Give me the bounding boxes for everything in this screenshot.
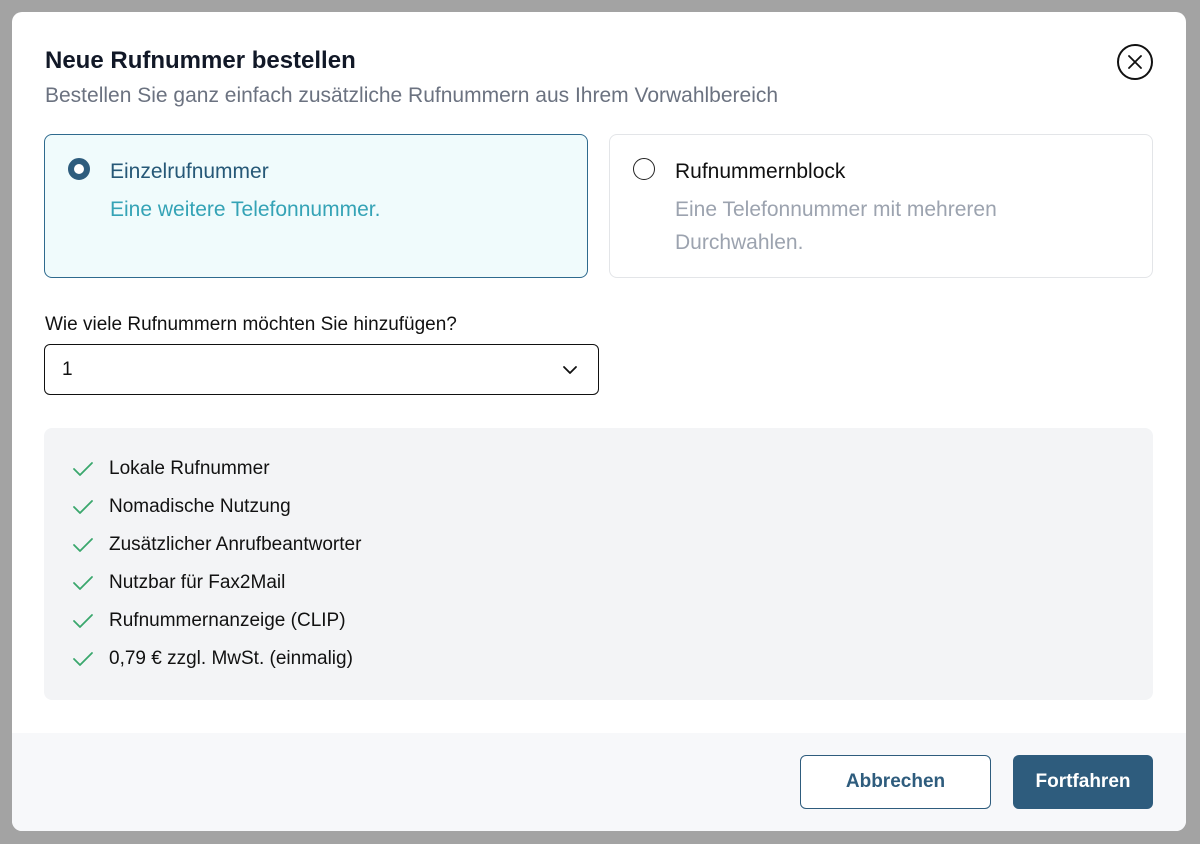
list-item: Nutzbar für Fax2Mail bbox=[71, 570, 285, 596]
feature-label: Zusätzlicher Anrufbeantworter bbox=[109, 534, 362, 555]
feature-label: Lokale Rufnummer bbox=[109, 458, 270, 479]
chevron-down-icon bbox=[563, 366, 577, 374]
list-item: Rufnummernanzeige (CLIP) bbox=[71, 608, 346, 634]
close-button[interactable] bbox=[1117, 44, 1153, 80]
option-description: Eine Telefonnummer mit mehreren Durchwah… bbox=[675, 198, 997, 254]
feature-label: Nomadische Nutzung bbox=[109, 496, 291, 517]
dialog-footer: Abbrechen Fortfahren bbox=[12, 733, 1186, 831]
radio-number-block[interactable] bbox=[633, 158, 655, 180]
option-single-number[interactable]: Einzelrufnummer Eine weitere Telefonnumm… bbox=[44, 134, 588, 278]
radio-single-number[interactable] bbox=[68, 158, 90, 180]
list-item: 0,79 € zzgl. MwSt. (einmalig) bbox=[71, 646, 353, 672]
check-icon bbox=[73, 462, 93, 476]
option-title: Rufnummernblock bbox=[675, 160, 846, 183]
dialog-title: Neue Rufnummer bestellen bbox=[45, 47, 356, 74]
feature-list: Lokale Rufnummer Nomadische Nutzung Zusä… bbox=[44, 428, 1153, 700]
cancel-button[interactable]: Abbrechen bbox=[800, 755, 991, 809]
list-item: Zusätzlicher Anrufbeantworter bbox=[71, 532, 361, 558]
quantity-select[interactable]: 1 bbox=[44, 344, 599, 395]
close-icon bbox=[1128, 55, 1142, 69]
check-icon bbox=[73, 614, 93, 628]
check-icon bbox=[73, 652, 93, 666]
list-item: Lokale Rufnummer bbox=[71, 456, 270, 482]
option-description: Eine weitere Telefonnummer. bbox=[110, 198, 381, 221]
quantity-label: Wie viele Rufnummern möchten Sie hinzufü… bbox=[45, 314, 457, 335]
feature-label: Rufnummernanzeige (CLIP) bbox=[109, 610, 346, 631]
option-number-block[interactable]: Rufnummernblock Eine Telefonnummer mit m… bbox=[609, 134, 1153, 278]
list-item: Nomadische Nutzung bbox=[71, 494, 291, 520]
check-icon bbox=[73, 500, 93, 514]
feature-label: Nutzbar für Fax2Mail bbox=[109, 572, 286, 593]
continue-button[interactable]: Fortfahren bbox=[1013, 755, 1153, 809]
check-icon bbox=[73, 538, 93, 552]
option-title: Einzelrufnummer bbox=[110, 160, 269, 183]
check-icon bbox=[73, 576, 93, 590]
order-number-dialog: Neue Rufnummer bestellen Bestellen Sie g… bbox=[12, 12, 1186, 831]
dialog-subtitle: Bestellen Sie ganz einfach zusätzliche R… bbox=[45, 84, 779, 107]
quantity-value: 1 bbox=[62, 359, 73, 380]
feature-label: 0,79 € zzgl. MwSt. (einmalig) bbox=[109, 648, 353, 669]
